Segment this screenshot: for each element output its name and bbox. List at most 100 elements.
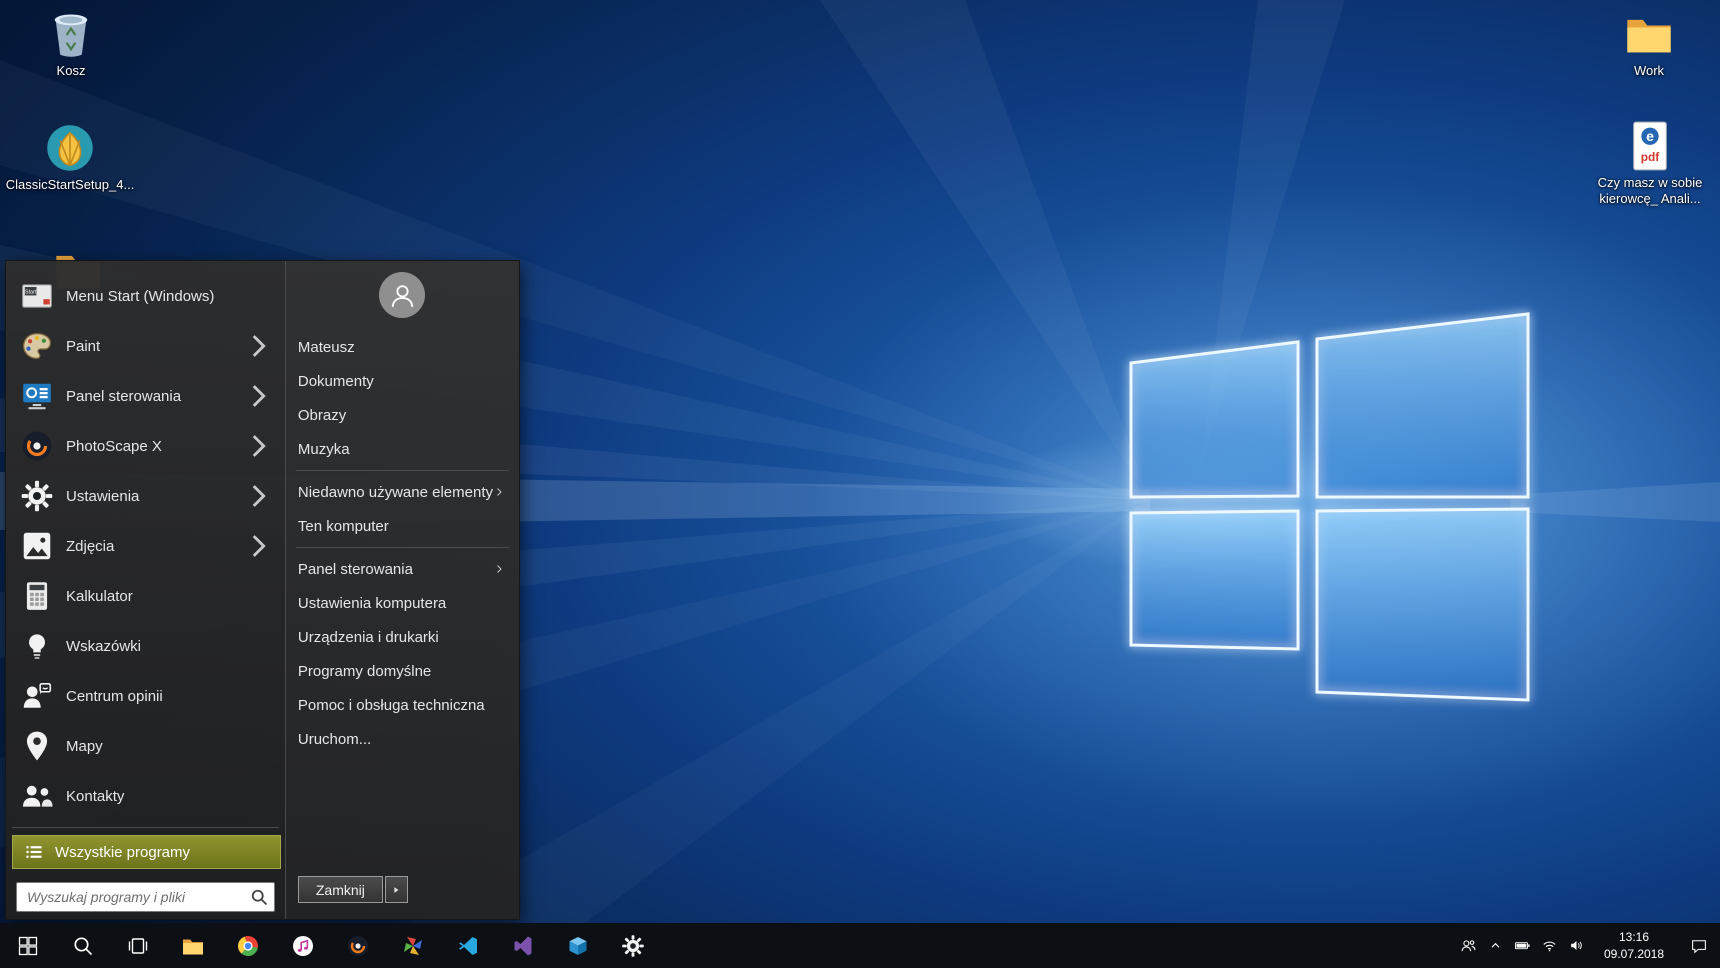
menu-item-label: Panel sterowania: [66, 388, 229, 405]
tray-show-hidden-button[interactable]: [1482, 923, 1509, 968]
photoscape-dark-icon: [346, 934, 370, 958]
desktop-icon-label: Work: [1634, 63, 1664, 79]
start-menu-item-centrum-opinii[interactable]: Centrum opinii: [6, 671, 285, 721]
start-menu-right-item-panel-sterowania[interactable]: Panel sterowania: [286, 552, 519, 586]
cube-icon: [566, 934, 590, 958]
start-menu-item-panel-sterowania[interactable]: Panel sterowania: [6, 371, 285, 421]
task-view-icon: [126, 934, 150, 958]
taskbar-clock[interactable]: 13:16 09.07.2018: [1590, 923, 1678, 968]
taskbar: 13:16 09.07.2018: [0, 923, 1720, 968]
lightbulb-icon: [20, 629, 54, 663]
submenu-arrow-icon: [241, 429, 275, 463]
submenu-arrow-icon: [493, 562, 505, 576]
clock-date: 09.07.2018: [1604, 946, 1664, 962]
tray-people-button[interactable]: [1455, 923, 1482, 968]
taskbar-search-button[interactable]: [55, 923, 110, 968]
tray-network-button[interactable]: [1536, 923, 1563, 968]
search-icon: [71, 934, 95, 958]
taskbar-settings-button[interactable]: [605, 923, 660, 968]
taskbar-task-view-button[interactable]: [110, 923, 165, 968]
people-icon: [1460, 937, 1477, 954]
taskbar-vscode-button[interactable]: [440, 923, 495, 968]
desktop-icon-classic-start-setup[interactable]: ClassicStartSetup_4...: [10, 122, 130, 193]
pdf-icon: epdf: [1624, 120, 1676, 172]
menu-item-label: Niedawno używane elementy: [298, 484, 493, 501]
paint-icon: [20, 329, 54, 363]
menu-item-label: Mateusz: [298, 339, 505, 356]
taskbar-itunes-button[interactable]: [275, 923, 330, 968]
battery-icon: [1514, 937, 1531, 954]
chevron-up-icon: [1487, 937, 1504, 954]
folder-icon: [181, 934, 205, 958]
desktop-icon-label: Kosz: [57, 63, 86, 79]
action-center-icon: [1690, 937, 1708, 955]
shutdown-options-arrow[interactable]: [385, 876, 408, 903]
start-menu-right-item-niedawno-uzywane-elementy[interactable]: Niedawno używane elementy: [286, 475, 519, 509]
start-menu-item-mapy[interactable]: Mapy: [6, 721, 285, 771]
menu-item-label: Dokumenty: [298, 373, 505, 390]
start-menu-right-item-obrazy[interactable]: Obrazy: [286, 398, 519, 432]
menu-item-label: Menu Start (Windows): [66, 288, 275, 305]
desktop-icon-pdf-doc[interactable]: epdfCzy masz w sobie kierowcę_ Anali...: [1583, 120, 1717, 208]
user-avatar[interactable]: [379, 272, 425, 318]
start-menu-right-item-dokumenty[interactable]: Dokumenty: [286, 364, 519, 398]
submenu-arrow-icon: [493, 485, 505, 499]
search-input[interactable]: [16, 882, 275, 912]
desktop-icon-label: Czy masz w sobie kierowcę_ Anali...: [1583, 175, 1717, 208]
start-menu-right-item-pomoc-i-obs-uga-techniczna[interactable]: Pomoc i obsługa techniczna: [286, 688, 519, 722]
map-pin-icon: [20, 729, 54, 763]
start-menu-item-kalkulator[interactable]: Kalkulator: [6, 571, 285, 621]
taskbar-start-button[interactable]: [0, 923, 55, 968]
menu-item-label: Wskazówki: [66, 638, 275, 655]
menu-item-label: Kontakty: [66, 788, 275, 805]
taskbar-app-box-button[interactable]: [550, 923, 605, 968]
pinwheel-icon: [401, 934, 425, 958]
start-menu-right-item-uruchom[interactable]: Uruchom...: [286, 722, 519, 756]
start-menu-item-kontakty[interactable]: Kontakty: [6, 771, 285, 821]
menu-item-label: Pomoc i obsługa techniczna: [298, 697, 505, 714]
taskbar-visual-studio-button[interactable]: [495, 923, 550, 968]
svg-text:e: e: [1646, 128, 1654, 144]
start-menu-item-ustawienia[interactable]: Ustawienia: [6, 471, 285, 521]
menu-item-label: PhotoScape X: [66, 438, 229, 455]
desktop-icon-work-folder[interactable]: Work: [1601, 8, 1697, 79]
photoscape-icon: [20, 429, 54, 463]
contacts-icon: [20, 779, 54, 813]
start-menu-right-panel: Mateusz Dokumenty Obrazy Muzyka Niedawno uży…: [285, 261, 519, 919]
menu-item-label: Centrum opinii: [66, 688, 275, 705]
start-menu-right-item-urzadzenia-i-drukarki[interactable]: Urządzenia i drukarki: [286, 620, 519, 654]
wifi-icon: [1541, 937, 1558, 954]
start-menu-item-wskazowki[interactable]: Wskazówki: [6, 621, 285, 671]
menu-item-label: Muzyka: [298, 441, 505, 458]
taskbar-chrome-button[interactable]: [220, 923, 275, 968]
desktop-icon-recycle-bin[interactable]: Kosz: [23, 8, 119, 79]
action-center-button[interactable]: [1678, 923, 1720, 968]
search-button[interactable]: [246, 885, 272, 909]
start-menu-item-zdjecia[interactable]: Zdjęcia: [6, 521, 285, 571]
start-menu-item-photoscape-x[interactable]: PhotoScape X: [6, 421, 285, 471]
start-menu-right-item-mateusz[interactable]: Mateusz: [286, 330, 519, 364]
taskbar-photos-app-button[interactable]: [385, 923, 440, 968]
taskbar-file-explorer-button[interactable]: [165, 923, 220, 968]
tray-battery-button[interactable]: [1509, 923, 1536, 968]
tray-volume-button[interactable]: [1563, 923, 1590, 968]
recycle-bin-icon: [45, 8, 97, 60]
start-menu-right-item-ustawienia-komputera[interactable]: Ustawienia komputera: [286, 586, 519, 620]
start-menu-right-item-muzyka[interactable]: Muzyka: [286, 432, 519, 466]
feedback-icon: [20, 679, 54, 713]
desktop-icon-label: ClassicStartSetup_4...: [6, 177, 135, 193]
submenu-arrow-icon: [241, 479, 275, 513]
shutdown-button[interactable]: Zamknij: [298, 876, 383, 903]
start-menu-item-paint[interactable]: Paint: [6, 321, 285, 371]
start-menu-right-item-programy-domyslne[interactable]: Programy domyślne: [286, 654, 519, 688]
submenu-arrow-icon: [241, 379, 275, 413]
gear-icon: [621, 934, 645, 958]
start-screenshot-icon: Start: [20, 279, 54, 313]
submenu-arrow-icon: [241, 529, 275, 563]
taskbar-photoscape-button[interactable]: [330, 923, 385, 968]
start-menu-item-menu-start-windows[interactable]: Start Menu Start (Windows): [6, 271, 285, 321]
start-menu-right-item-ten-komputer[interactable]: Ten komputer: [286, 509, 519, 543]
search-magnifier-icon: [248, 887, 270, 907]
chrome-icon: [236, 934, 260, 958]
all-programs-button[interactable]: Wszystkie programy: [12, 835, 281, 869]
